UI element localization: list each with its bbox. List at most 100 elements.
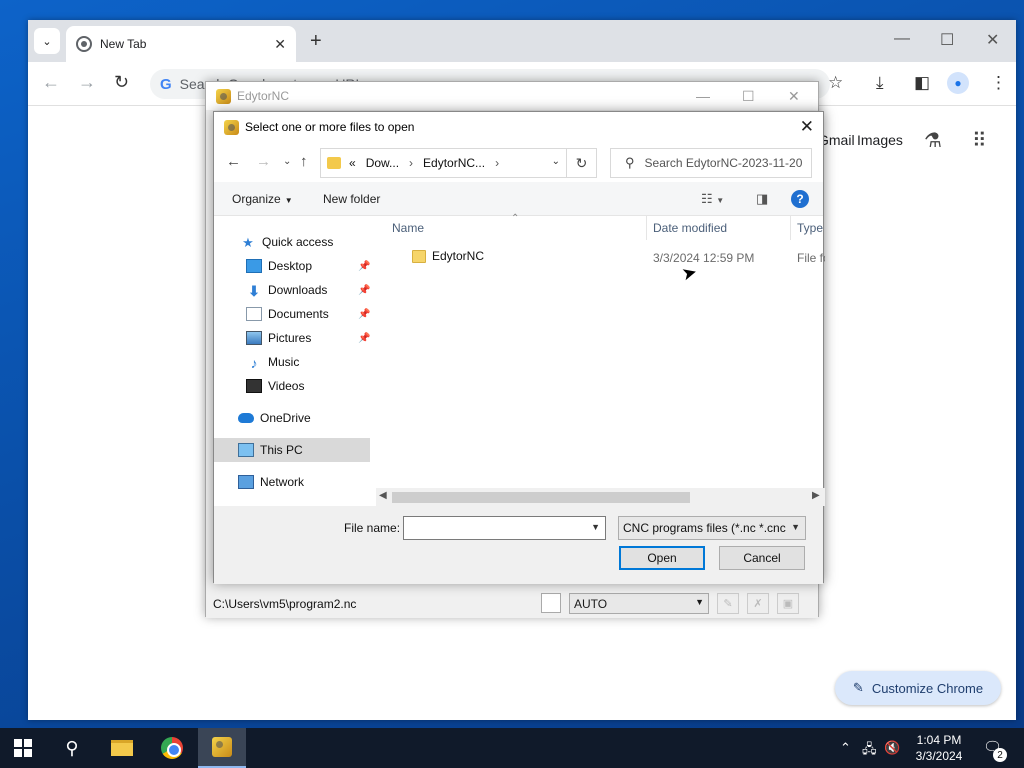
file-list-pane: ⌃ Name Date modified Type EdytorNC 3/3/2… <box>376 213 825 506</box>
nav-item-music[interactable]: ♪ Music <box>246 350 300 374</box>
tab-title: New Tab <box>100 37 147 51</box>
nav-item-label: This PC <box>260 443 303 457</box>
column-divider[interactable] <box>646 216 647 240</box>
scroll-left-icon[interactable]: ◀ <box>379 490 387 501</box>
video-icon <box>246 379 262 393</box>
new-tab-icon[interactable]: + <box>310 30 322 53</box>
column-header-date[interactable]: Date modified <box>653 216 727 240</box>
chevron-down-icon: ⌄ <box>42 35 52 48</box>
search-placeholder: Search EdytorNC-2023-11-20 <box>644 156 803 170</box>
lock-icon[interactable]: ▣ <box>777 593 799 614</box>
folder-icon <box>327 157 341 169</box>
nav-item-label: Desktop <box>268 259 313 273</box>
taskbar-edytornc[interactable] <box>198 728 246 768</box>
status-file-path: C:\Users\vm5\program2.nc <box>213 597 357 611</box>
forward-icon[interactable]: → <box>78 72 96 93</box>
maximize-icon[interactable]: ☐ <box>742 88 755 105</box>
view-options-icon[interactable]: ☷ ▼ <box>701 191 724 207</box>
mouse-cursor-icon: ➤ <box>679 261 700 285</box>
side-panel-icon[interactable]: ◧ <box>914 73 930 93</box>
google-logo-icon: G <box>160 75 172 93</box>
menu-icon[interactable]: ⋮ <box>990 73 1007 93</box>
scrollbar-thumb[interactable] <box>392 492 690 503</box>
back-icon[interactable]: ← <box>226 153 241 170</box>
network-status-icon[interactable]: 🖧 <box>862 740 877 762</box>
close-icon[interactable]: ✕ <box>800 117 814 137</box>
file-type-filter-select[interactable]: CNC programs files (*.nc *.cnc ▼ <box>618 516 806 540</box>
reload-icon[interactable]: ↻ <box>114 72 129 93</box>
open-button[interactable]: Open <box>619 546 705 570</box>
tab-search-button[interactable]: ⌄ <box>34 28 60 54</box>
images-link[interactable]: Images <box>857 132 903 148</box>
back-icon[interactable]: ← <box>42 72 60 93</box>
nav-item-network[interactable]: Network <box>238 470 304 494</box>
taskbar-file-explorer[interactable] <box>98 728 146 768</box>
nav-item-label: Videos <box>268 379 305 393</box>
minimize-icon[interactable]: — <box>894 30 910 48</box>
customize-chrome-label: Customize Chrome <box>871 680 984 696</box>
apps-grid-icon[interactable]: ⠿ <box>972 128 987 153</box>
up-icon[interactable]: ↑ <box>300 153 308 170</box>
clock-time: 1:04 PM <box>916 733 962 747</box>
maximize-icon[interactable]: ☐ <box>940 30 954 50</box>
taskbar-chrome[interactable] <box>148 728 196 768</box>
clear-icon[interactable]: ✗ <box>747 593 769 614</box>
show-hidden-icons-icon[interactable]: ⌃ <box>840 740 851 756</box>
organize-button[interactable]: Organize ▼ <box>232 192 293 206</box>
address-bar[interactable]: « Dow... › EdytorNC... › ⌄ ↻ <box>320 148 597 178</box>
file-row-name[interactable]: EdytorNC <box>412 249 484 263</box>
close-icon[interactable]: ✕ <box>986 30 999 50</box>
close-icon[interactable]: ✕ <box>788 88 800 105</box>
chrome-tab-bar: ⌄ New Tab ✕ + — ☐ ✕ <box>28 20 1016 62</box>
horizontal-scrollbar[interactable]: ◀ ▶ <box>376 488 825 506</box>
address-segment-edytornc[interactable]: EdytorNC... <box>423 156 485 170</box>
recent-locations-icon[interactable]: ⌄ <box>283 156 291 167</box>
nav-item-this-pc[interactable]: This PC <box>214 438 370 462</box>
dialog-title: Select one or more files to open <box>245 120 415 134</box>
nav-item-documents[interactable]: Documents 📌 <box>246 302 370 326</box>
tab-close-icon[interactable]: ✕ <box>274 36 286 53</box>
download-icon[interactable]: ⤓ <box>876 73 884 93</box>
dialog-title-bar: Select one or more files to open ✕ <box>214 112 823 142</box>
volume-muted-icon[interactable]: 🔇 <box>884 740 900 756</box>
refresh-icon[interactable]: ↻ <box>566 149 596 177</box>
nav-item-label: OneDrive <box>260 411 311 425</box>
pencil-icon: ✎ <box>852 680 864 695</box>
edytornc-title: EdytorNC <box>237 89 290 103</box>
taskbar-clock[interactable]: 1:04 PM 3/3/2024 <box>904 732 974 764</box>
cancel-button[interactable]: Cancel <box>719 546 805 570</box>
chrome-icon <box>161 737 183 759</box>
edytornc-app-icon <box>224 119 239 135</box>
customize-chrome-button[interactable]: ✎ Customize Chrome <box>835 671 1001 705</box>
labs-flask-icon[interactable]: ⚗ <box>924 128 942 153</box>
new-folder-button[interactable]: New folder <box>323 192 380 206</box>
windows-start-icon[interactable] <box>14 739 32 757</box>
bookmark-star-icon[interactable]: ☆ <box>828 73 843 93</box>
status-mode-select[interactable]: AUTO ▼ <box>569 593 709 614</box>
edit-icon[interactable]: ✎ <box>717 593 739 614</box>
nav-item-onedrive[interactable]: OneDrive <box>238 406 311 430</box>
taskbar-search-icon[interactable]: ⚲ <box>48 728 96 768</box>
address-segment-downloads[interactable]: Dow... <box>366 156 399 170</box>
column-header-type[interactable]: Type <box>797 216 823 240</box>
preview-pane-icon[interactable]: ◨ <box>756 191 768 207</box>
chevron-down-icon[interactable]: ⌄ <box>552 156 560 167</box>
profile-avatar[interactable]: ● <box>947 72 969 94</box>
nav-item-desktop[interactable]: Desktop 📌 <box>246 254 370 278</box>
forward-icon[interactable]: → <box>256 153 271 170</box>
nav-item-pictures[interactable]: Pictures 📌 <box>246 326 370 350</box>
search-input[interactable]: ⚲ Search EdytorNC-2023-11-20 <box>610 148 812 178</box>
minimize-icon[interactable]: — <box>696 88 710 104</box>
column-header-name[interactable]: Name <box>392 216 424 240</box>
status-checkbox[interactable] <box>541 593 561 613</box>
column-divider[interactable] <box>790 216 791 240</box>
address-overflow[interactable]: « <box>349 156 356 170</box>
chevron-down-icon[interactable]: ▼ <box>591 522 600 532</box>
nav-item-downloads[interactable]: ⬇ Downloads 📌 <box>246 278 370 302</box>
scroll-right-icon[interactable]: ▶ <box>812 490 820 501</box>
nav-item-quick-access[interactable]: ★ Quick access <box>240 230 333 254</box>
tab-new-tab[interactable]: New Tab ✕ <box>66 26 296 62</box>
nav-item-videos[interactable]: Videos <box>246 374 304 398</box>
file-name-input[interactable]: ▼ <box>403 516 606 540</box>
help-icon[interactable]: ? <box>791 190 809 208</box>
